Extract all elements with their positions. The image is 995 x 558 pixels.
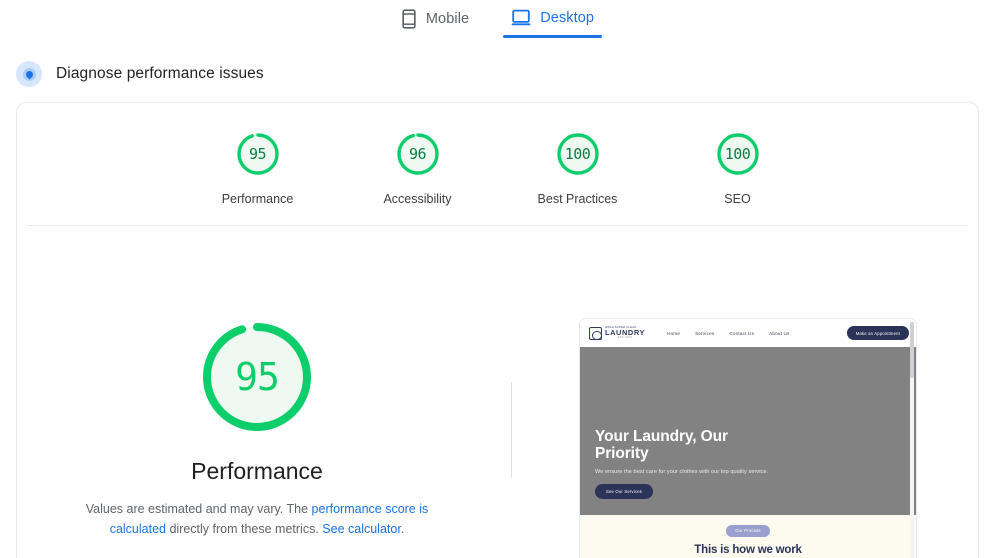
score-value: 100 (724, 145, 751, 163)
score-gauge-accessibility: 96 (393, 129, 443, 179)
page-screenshot-preview[interactable]: WASH SUPER CLEAN LAUNDRY EST. 2010 Home … (579, 318, 917, 558)
page-title: Performance (191, 458, 323, 484)
device-tab-bar: Mobile Desktop (0, 0, 995, 50)
score-category-label: Accessibility (383, 192, 452, 206)
main-performance-gauge: 95 (198, 318, 316, 436)
score-gauge-seo: 100 (713, 129, 763, 179)
preview-nav-link-home: Home (667, 330, 681, 336)
tab-mobile-label: Mobile (425, 11, 470, 27)
vertical-divider (511, 382, 512, 478)
preview-scrollbar[interactable] (910, 322, 914, 558)
disclaimer-text-3: . (400, 522, 405, 536)
score-gauge-performance: 95 (233, 129, 283, 179)
score-category-label: SEO (724, 192, 751, 206)
preview-make-appointment-button: Make an Appointment (846, 326, 909, 340)
score-best-practices[interactable]: 100 Best Practices (530, 129, 626, 206)
score-category-label: Best Practices (537, 192, 618, 206)
preview-navbar: WASH SUPER CLEAN LAUNDRY EST. 2010 Home … (580, 319, 916, 347)
desktop-icon (511, 9, 531, 27)
performance-summary-pane: 95 Performance Values are estimated and … (17, 318, 512, 558)
preview-process-section: Our Process This is how we work (580, 515, 916, 558)
score-value: 100 (564, 145, 591, 163)
preview-nav-link-about-us: About Us (769, 330, 790, 336)
tab-desktop-label: Desktop (540, 10, 595, 26)
diagnose-target-icon (16, 61, 42, 87)
preview-logo: WASH SUPER CLEAN LAUNDRY EST. 2010 (589, 326, 645, 340)
preview-process-badge: Our Process (726, 525, 770, 537)
score-accessibility[interactable]: 96 Accessibility (370, 129, 466, 206)
score-seo[interactable]: 100 SEO (690, 129, 786, 206)
score-gauge-best-practices: 100 (553, 129, 603, 179)
preview-nav-links: Home Services Contact Us About Us (667, 331, 790, 336)
score-performance[interactable]: 95 Performance (210, 129, 306, 206)
main-gauge-value: 95 (235, 355, 280, 399)
preview-hero-heading: Your Laundry, Our Priority (595, 428, 728, 462)
section-divider (27, 225, 968, 226)
score-category-label: Performance (221, 192, 294, 206)
preview-hero-subtext: We ensure the best care for your clothes… (595, 469, 769, 475)
preview-see-our-services-button: See Our Services (595, 484, 654, 499)
preview-nav-link-services: Services (695, 330, 715, 336)
tab-mobile[interactable]: Mobile (397, 9, 473, 40)
preview-logo-sub: EST. 2010 (618, 335, 632, 339)
report-body: 95 Performance Values are estimated and … (17, 206, 978, 558)
disclaimer-text-1: Values are estimated and may vary. The (85, 502, 312, 516)
preview-scrollbar-thumb[interactable] (910, 322, 914, 378)
score-value: 96 (408, 145, 427, 163)
performance-disclaimer: Values are estimated and may vary. The p… (57, 499, 457, 539)
diagnose-label: Diagnose performance issues (56, 65, 264, 82)
diagnose-row[interactable]: Diagnose performance issues (0, 50, 995, 90)
score-summary-row: 95 Performance 96 Accessibility 100 Best… (17, 103, 978, 206)
tab-desktop[interactable]: Desktop (503, 9, 603, 38)
disclaimer-text-2: directly from these metrics. (165, 522, 323, 536)
see-calculator-link[interactable]: See calculator (322, 522, 401, 536)
phone-icon (401, 9, 417, 29)
preview-process-heading: This is how we work (694, 543, 802, 556)
laundry-machine-icon (589, 326, 602, 340)
preview-nav-link-contact-us: Contact Us (729, 330, 755, 336)
score-value: 95 (248, 145, 267, 163)
lighthouse-report-card: 95 Performance 96 Accessibility 100 Best… (16, 102, 979, 558)
preview-hero: Your Laundry, Our Priority We ensure the… (580, 347, 916, 515)
page-screenshot-pane: WASH SUPER CLEAN LAUNDRY EST. 2010 Home … (497, 318, 978, 558)
